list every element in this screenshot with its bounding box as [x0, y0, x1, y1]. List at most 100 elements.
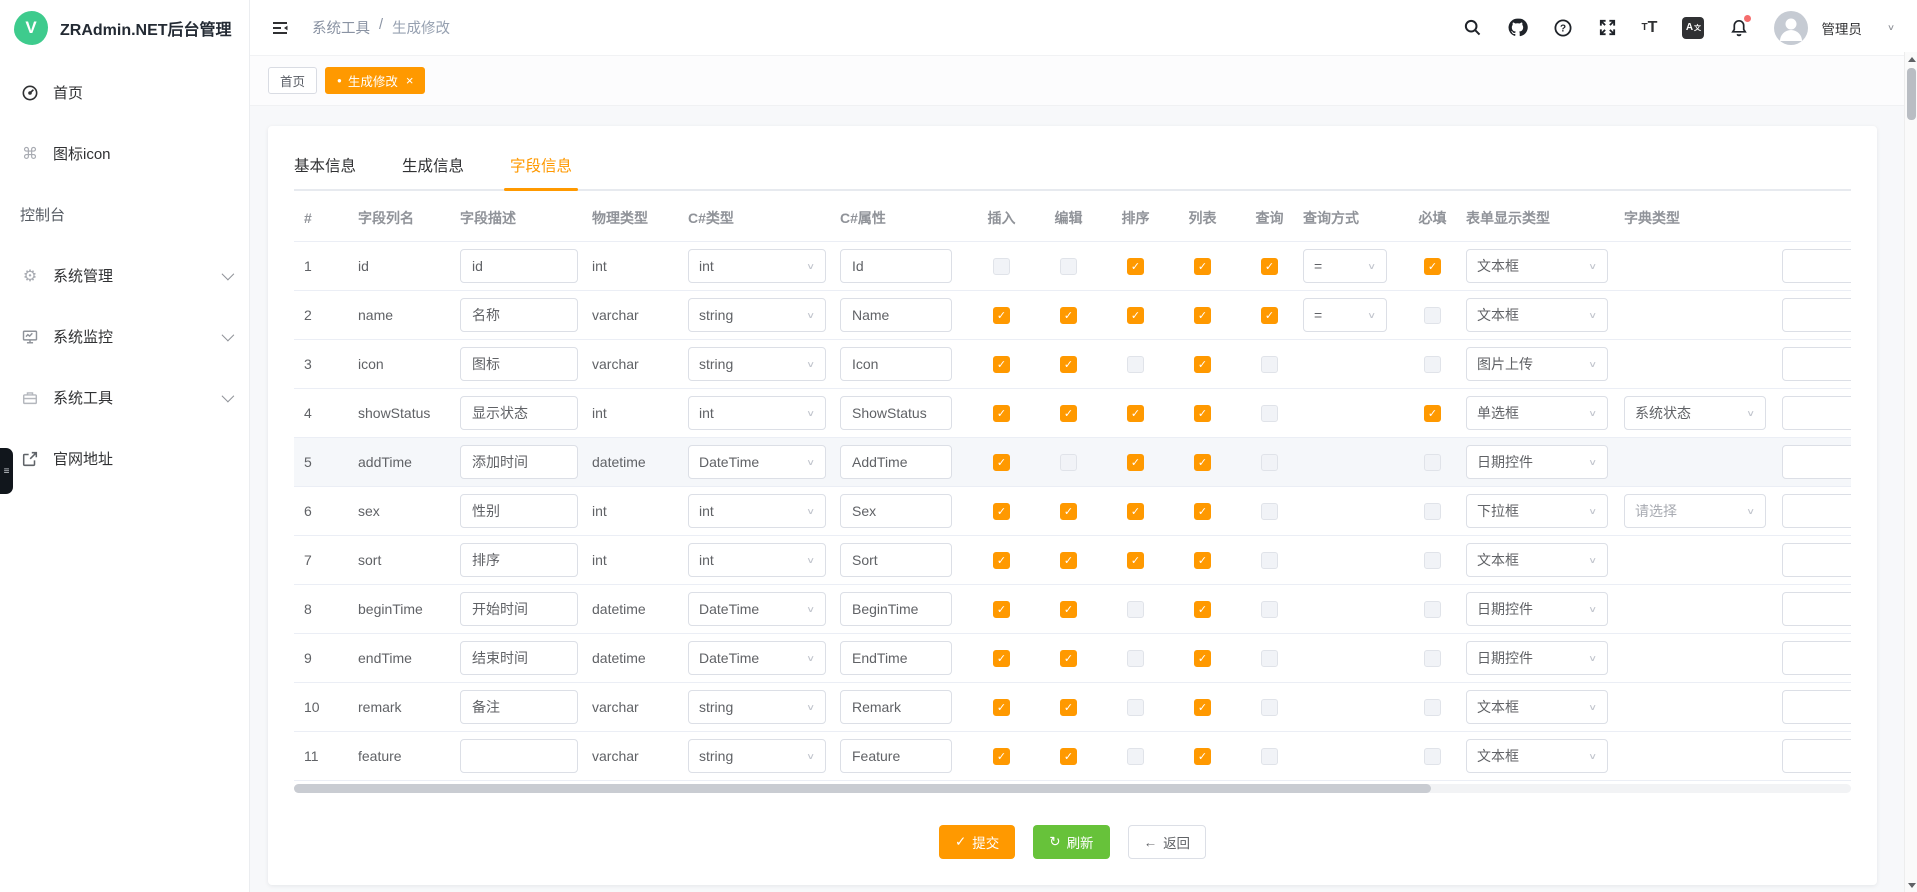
- cs-prop-input[interactable]: [840, 739, 952, 773]
- cs-type-select[interactable]: DateTime ∨: [688, 445, 826, 479]
- cs-type-select[interactable]: DateTime ∨: [688, 592, 826, 626]
- list-checkbox[interactable]: [1194, 258, 1211, 275]
- column-desc-input[interactable]: [460, 249, 578, 283]
- column-desc-input[interactable]: [460, 690, 578, 724]
- query-checkbox[interactable]: [1261, 258, 1278, 275]
- scroll-up-arrow-icon[interactable]: [1905, 52, 1917, 66]
- form-type-select[interactable]: 日期控件 ∨: [1466, 592, 1608, 626]
- query-checkbox[interactable]: [1261, 503, 1278, 520]
- cs-prop-input[interactable]: [840, 690, 952, 724]
- tag-active[interactable]: ● 生成修改 ×: [325, 67, 425, 94]
- insert-checkbox[interactable]: [993, 405, 1010, 422]
- list-checkbox[interactable]: [1194, 552, 1211, 569]
- dict-type-select[interactable]: 系统状态 ∨: [1624, 396, 1766, 430]
- edit-checkbox[interactable]: [1060, 650, 1077, 667]
- sidebar-item-system-monitor[interactable]: 系统监控: [0, 306, 249, 367]
- edit-checkbox[interactable]: [1060, 601, 1077, 618]
- cs-prop-input[interactable]: [840, 445, 952, 479]
- help-icon[interactable]: ?: [1553, 18, 1573, 38]
- query-checkbox[interactable]: [1261, 552, 1278, 569]
- dict-type-select[interactable]: 请选择 ∨: [1624, 494, 1766, 528]
- sort-checkbox[interactable]: [1127, 601, 1144, 618]
- horizontal-scrollbar-thumb[interactable]: [294, 784, 1431, 793]
- column-desc-input[interactable]: [460, 396, 578, 430]
- insert-checkbox[interactable]: [993, 258, 1010, 275]
- vertical-scrollbar-thumb[interactable]: [1907, 68, 1916, 120]
- form-type-select[interactable]: 文本框 ∨: [1466, 690, 1608, 724]
- cs-prop-input[interactable]: [840, 543, 952, 577]
- fullscreen-icon[interactable]: [1598, 18, 1617, 37]
- required-checkbox[interactable]: [1424, 454, 1441, 471]
- vertical-scrollbar[interactable]: [1904, 52, 1917, 892]
- list-checkbox[interactable]: [1194, 650, 1211, 667]
- extra-input[interactable]: [1782, 690, 1851, 724]
- form-type-select[interactable]: 文本框 ∨: [1466, 543, 1608, 577]
- refresh-button[interactable]: ↻ 刷新: [1033, 825, 1109, 859]
- query-checkbox[interactable]: [1261, 454, 1278, 471]
- edit-checkbox[interactable]: [1060, 454, 1077, 471]
- sort-checkbox[interactable]: [1127, 552, 1144, 569]
- edit-checkbox[interactable]: [1060, 405, 1077, 422]
- query-checkbox[interactable]: [1261, 307, 1278, 324]
- back-button[interactable]: ← 返回: [1128, 825, 1207, 859]
- insert-checkbox[interactable]: [993, 650, 1010, 667]
- cs-type-select[interactable]: int ∨: [688, 396, 826, 430]
- insert-checkbox[interactable]: [993, 601, 1010, 618]
- required-checkbox[interactable]: [1424, 601, 1441, 618]
- required-checkbox[interactable]: [1424, 650, 1441, 667]
- sort-checkbox[interactable]: [1127, 503, 1144, 520]
- list-checkbox[interactable]: [1194, 699, 1211, 716]
- avatar[interactable]: [1774, 11, 1808, 45]
- query-checkbox[interactable]: [1261, 650, 1278, 667]
- query-type-select[interactable]: = ∨: [1303, 298, 1387, 332]
- sort-checkbox[interactable]: [1127, 258, 1144, 275]
- required-checkbox[interactable]: [1424, 748, 1441, 765]
- sort-checkbox[interactable]: [1127, 748, 1144, 765]
- column-desc-input[interactable]: [460, 298, 578, 332]
- query-checkbox[interactable]: [1261, 748, 1278, 765]
- sidebar-item-official-site[interactable]: 官网地址: [0, 428, 249, 489]
- submit-button[interactable]: ✓ 提交: [939, 825, 1015, 859]
- collapse-sidebar-button[interactable]: [270, 18, 290, 38]
- cs-prop-input[interactable]: [840, 592, 952, 626]
- form-type-select[interactable]: 单选框 ∨: [1466, 396, 1608, 430]
- cs-prop-input[interactable]: [840, 641, 952, 675]
- extra-input[interactable]: [1782, 641, 1851, 675]
- edit-checkbox[interactable]: [1060, 503, 1077, 520]
- column-desc-input[interactable]: [460, 641, 578, 675]
- extra-input[interactable]: [1782, 396, 1851, 430]
- edit-checkbox[interactable]: [1060, 552, 1077, 569]
- font-size-icon[interactable]: TT: [1642, 19, 1658, 37]
- column-desc-input[interactable]: [460, 445, 578, 479]
- logo-row[interactable]: V ZRAdmin.NET后台管理: [0, 0, 249, 56]
- edit-checkbox[interactable]: [1060, 699, 1077, 716]
- query-checkbox[interactable]: [1261, 356, 1278, 373]
- form-type-select[interactable]: 下拉框 ∨: [1466, 494, 1608, 528]
- extra-input[interactable]: [1782, 494, 1851, 528]
- required-checkbox[interactable]: [1424, 405, 1441, 422]
- insert-checkbox[interactable]: [993, 307, 1010, 324]
- form-type-select[interactable]: 文本框 ∨: [1466, 739, 1608, 773]
- tab-basic-info[interactable]: 基本信息: [294, 154, 356, 189]
- list-checkbox[interactable]: [1194, 748, 1211, 765]
- user-menu-chevron-icon[interactable]: ∨: [1887, 23, 1895, 33]
- settings-drawer-handle[interactable]: ≡: [0, 448, 13, 494]
- extra-input[interactable]: [1782, 445, 1851, 479]
- form-type-select[interactable]: 文本框 ∨: [1466, 249, 1608, 283]
- tab-field-info[interactable]: 字段信息: [510, 154, 572, 189]
- cs-prop-input[interactable]: [840, 396, 952, 430]
- sort-checkbox[interactable]: [1127, 454, 1144, 471]
- close-icon[interactable]: ×: [406, 73, 414, 88]
- sort-checkbox[interactable]: [1127, 405, 1144, 422]
- cs-type-select[interactable]: int ∨: [688, 543, 826, 577]
- list-checkbox[interactable]: [1194, 405, 1211, 422]
- form-type-select[interactable]: 图片上传 ∨: [1466, 347, 1608, 381]
- list-checkbox[interactable]: [1194, 307, 1211, 324]
- cs-prop-input[interactable]: [840, 347, 952, 381]
- cs-type-select[interactable]: string ∨: [688, 690, 826, 724]
- edit-checkbox[interactable]: [1060, 748, 1077, 765]
- column-desc-input[interactable]: [460, 592, 578, 626]
- extra-input[interactable]: [1782, 543, 1851, 577]
- extra-input[interactable]: [1782, 249, 1851, 283]
- sort-checkbox[interactable]: [1127, 307, 1144, 324]
